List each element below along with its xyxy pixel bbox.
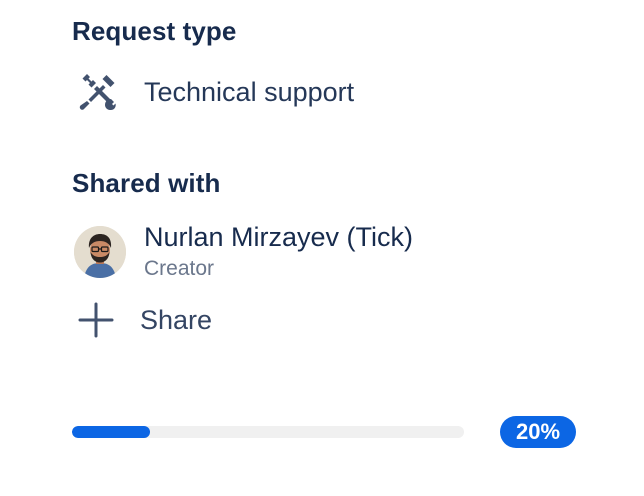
share-label: Share [140,304,213,335]
request-type-value: Technical support [144,76,355,107]
person-role: Creator [144,257,215,280]
shared-with-heading: Shared with [72,168,221,198]
tools-icon [76,70,120,114]
progress-bar-fill [72,426,151,438]
avatar [74,226,126,278]
request-type-row: Technical support [76,70,354,114]
progress-bar [72,426,464,438]
progress-percent-badge: 20% [500,416,576,448]
person-name: Nurlan Mirzayev (Tick) [144,222,414,252]
plus-icon [74,298,118,342]
request-type-heading: Request type [72,16,237,46]
share-button[interactable]: Share [74,298,212,342]
shared-person: Nurlan Mirzayev (Tick) Creator [74,220,413,284]
